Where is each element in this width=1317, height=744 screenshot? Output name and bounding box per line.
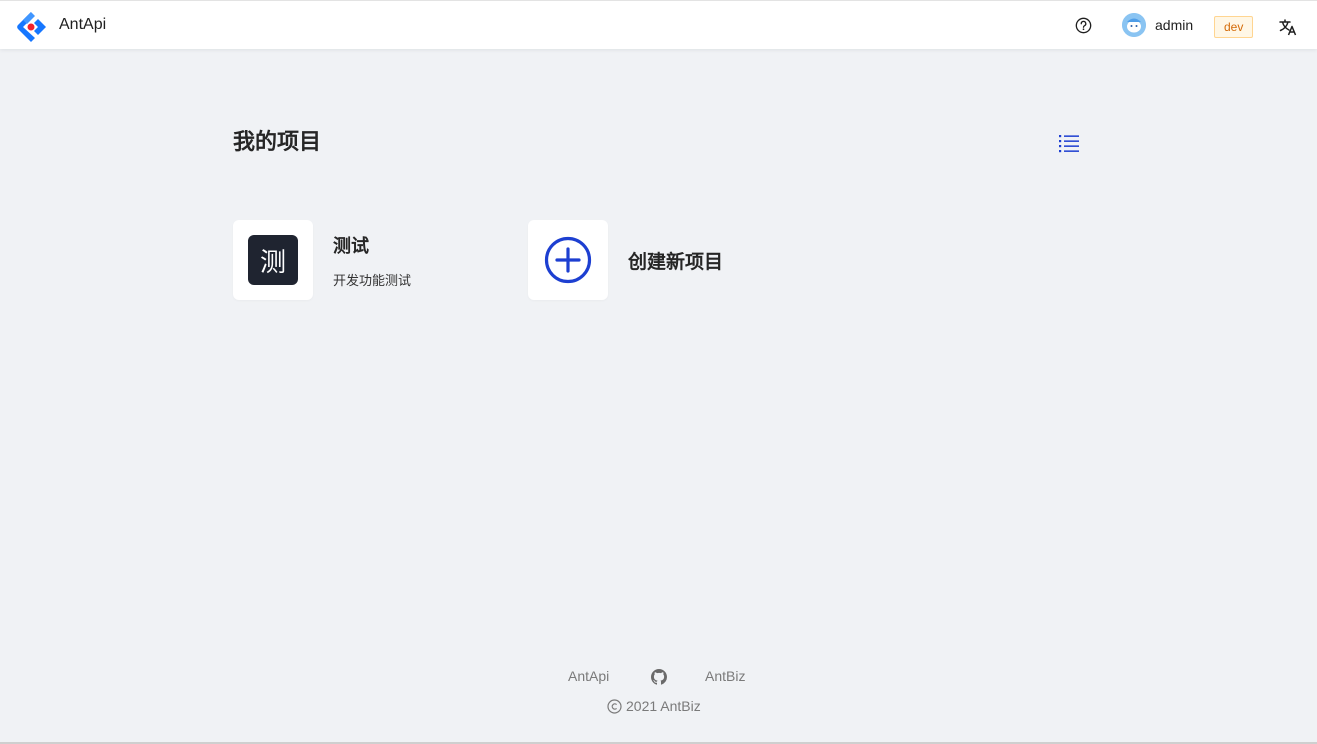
username: admin bbox=[1155, 17, 1194, 33]
project-name: 测试 bbox=[333, 235, 369, 257]
list-view-icon[interactable] bbox=[1058, 133, 1080, 153]
create-project-label: 创建新项目 bbox=[628, 250, 724, 273]
avatar bbox=[1122, 13, 1146, 37]
project-initial: 测 bbox=[248, 235, 298, 285]
github-icon[interactable] bbox=[651, 669, 667, 685]
create-tile bbox=[528, 220, 608, 300]
project-description: 开发功能测试 bbox=[333, 273, 412, 289]
plus-circle-icon bbox=[544, 236, 592, 284]
page-title: 我的项目 bbox=[233, 130, 322, 155]
logo-icon[interactable] bbox=[14, 10, 48, 44]
translate-icon[interactable] bbox=[1278, 17, 1298, 37]
app-title[interactable]: AntApi bbox=[59, 16, 106, 34]
top-header: AntApi admin dev bbox=[0, 0, 1317, 49]
project-tile: 测 bbox=[233, 220, 313, 300]
footer-link-antbiz[interactable]: AntBiz bbox=[705, 668, 745, 684]
project-card[interactable]: 测 测试 开发功能测试 bbox=[233, 220, 411, 300]
create-project-card[interactable]: 创建新项目 bbox=[528, 220, 723, 300]
copyright-icon bbox=[607, 698, 622, 714]
env-tag: dev bbox=[1214, 16, 1254, 38]
user-menu[interactable]: admin bbox=[1122, 13, 1193, 37]
help-icon[interactable] bbox=[1075, 17, 1092, 34]
copyright: 2021 AntBiz bbox=[607, 698, 701, 714]
copyright-text: 2021 AntBiz bbox=[626, 698, 701, 714]
footer-link-antapi[interactable]: AntApi bbox=[568, 668, 609, 684]
